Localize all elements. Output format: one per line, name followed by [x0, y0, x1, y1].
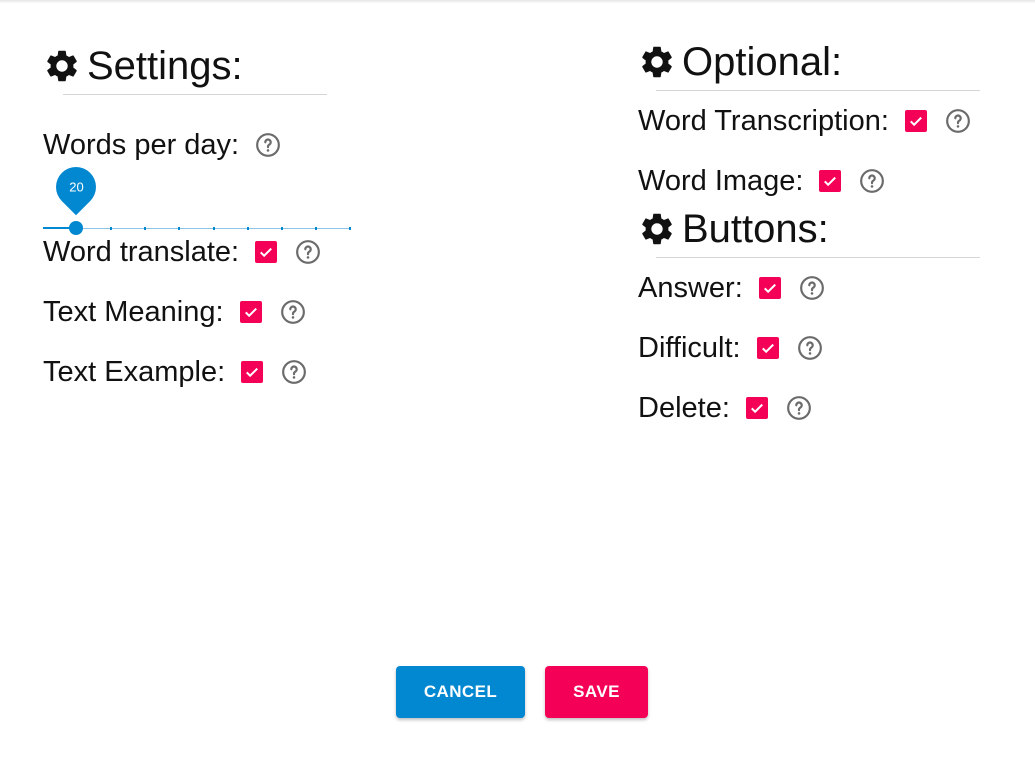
dialog-actions: CANCEL SAVE — [396, 666, 648, 718]
word-translate-checkbox[interactable] — [255, 241, 278, 263]
check-icon — [260, 247, 273, 258]
slider-tick — [178, 227, 180, 230]
text-example-row: Text Example: — [43, 352, 363, 392]
help-icon[interactable] — [786, 395, 812, 421]
buttons-heading: Buttons: — [638, 203, 998, 255]
slider-value-bubble: 20 — [47, 158, 105, 216]
slider-value-label: 20 — [68, 179, 84, 195]
words-per-day-row: Words per day: — [43, 125, 363, 165]
gear-icon — [642, 213, 672, 245]
help-icon[interactable] — [797, 335, 823, 361]
words-per-day-label: Words per day: — [43, 128, 240, 161]
answer-checkbox[interactable] — [758, 277, 781, 299]
delete-checkbox[interactable] — [745, 397, 768, 419]
optional-heading: Optional: — [638, 36, 998, 88]
slider-tick — [281, 227, 283, 230]
slider-tick — [315, 227, 317, 230]
help-icon[interactable] — [295, 239, 321, 265]
word-transcription-row: Word Transcription: — [638, 101, 998, 141]
slider-tick — [110, 227, 112, 230]
difficult-row: Difficult: — [638, 328, 998, 368]
help-icon[interactable] — [859, 168, 885, 194]
slider-tick — [247, 227, 249, 230]
help-icon[interactable] — [945, 108, 971, 134]
difficult-checkbox[interactable] — [756, 337, 779, 359]
check-icon — [750, 403, 763, 414]
text-example-label: Text Example: — [43, 355, 226, 388]
optional-divider — [656, 90, 980, 91]
slider-tick — [349, 227, 351, 230]
buttons-divider — [656, 257, 980, 258]
help-icon[interactable] — [255, 132, 281, 158]
check-icon — [763, 283, 776, 294]
words-per-day-slider[interactable]: 20 — [43, 158, 351, 237]
check-icon — [246, 367, 259, 378]
slider-tick — [213, 227, 215, 230]
delete-label: Delete: — [638, 391, 730, 424]
optional-title: Optional: — [682, 40, 843, 84]
text-example-checkbox[interactable] — [241, 361, 264, 383]
settings-title: Settings: — [87, 44, 243, 88]
answer-label: Answer: — [638, 271, 743, 304]
delete-row: Delete: — [638, 388, 998, 428]
help-icon[interactable] — [799, 275, 825, 301]
difficult-label: Difficult: — [638, 331, 741, 364]
word-image-checkbox[interactable] — [819, 170, 842, 192]
optional-column: Optional: Word Transcription: Word Image… — [638, 36, 998, 428]
cancel-button[interactable]: CANCEL — [396, 666, 525, 718]
check-icon — [824, 176, 837, 187]
gear-icon — [642, 46, 672, 78]
slider-track[interactable] — [43, 228, 350, 229]
word-image-label: Word Image: — [638, 164, 804, 197]
check-icon — [909, 116, 922, 127]
slider-tick — [144, 227, 146, 230]
settings-column: Settings: Words per day: 20 Word transla… — [43, 40, 363, 392]
text-meaning-checkbox[interactable] — [239, 301, 262, 323]
help-icon[interactable] — [280, 299, 306, 325]
settings-heading: Settings: — [43, 40, 363, 92]
word-translate-row: Word translate: — [43, 232, 363, 272]
help-icon[interactable] — [281, 359, 307, 385]
text-meaning-row: Text Meaning: — [43, 292, 363, 332]
answer-row: Answer: — [638, 268, 998, 308]
check-icon — [244, 307, 257, 318]
save-button[interactable]: SAVE — [545, 666, 648, 718]
word-image-row: Word Image: — [638, 161, 998, 201]
slider-thumb[interactable] — [69, 221, 83, 235]
gear-icon — [47, 50, 77, 82]
check-icon — [761, 343, 774, 354]
top-shadow — [0, 0, 1035, 3]
buttons-title: Buttons: — [682, 207, 829, 251]
word-transcription-checkbox[interactable] — [904, 110, 927, 132]
text-meaning-label: Text Meaning: — [43, 295, 224, 328]
word-transcription-label: Word Transcription: — [638, 104, 889, 137]
settings-divider — [63, 94, 327, 95]
settings-dialog: Settings: Words per day: 20 Word transla… — [0, 0, 1035, 764]
word-translate-label: Word translate: — [43, 235, 240, 268]
